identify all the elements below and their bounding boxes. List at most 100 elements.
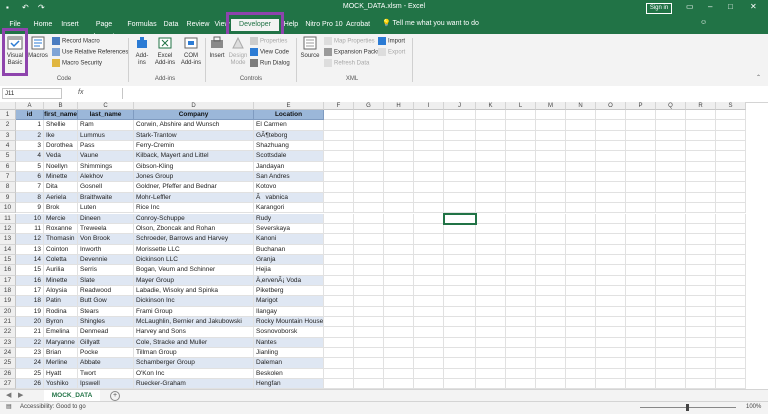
empty-cell[interactable]: [414, 234, 444, 245]
empty-cell[interactable]: [324, 223, 354, 235]
empty-cell[interactable]: [324, 172, 354, 183]
empty-cell[interactable]: [354, 254, 384, 266]
empty-cell[interactable]: [566, 348, 596, 359]
empty-cell[interactable]: [354, 203, 384, 214]
empty-cell[interactable]: [384, 254, 414, 266]
table-cell[interactable]: 13: [16, 244, 44, 255]
empty-cell[interactable]: [444, 130, 476, 142]
share-icon[interactable]: ☺: [700, 19, 707, 26]
empty-cell[interactable]: [354, 358, 384, 369]
table-cell[interactable]: 4: [16, 151, 44, 162]
table-cell[interactable]: Jones Group: [134, 172, 254, 183]
column-header[interactable]: Q: [656, 102, 686, 110]
empty-cell[interactable]: [476, 358, 506, 369]
table-cell[interactable]: Yoshiko: [44, 379, 78, 389]
empty-cell[interactable]: [566, 172, 596, 183]
row-header[interactable]: 6: [0, 161, 16, 173]
empty-cell[interactable]: [476, 120, 506, 131]
empty-cell[interactable]: [536, 337, 566, 349]
macro-security-button[interactable]: Macro Security: [52, 59, 102, 67]
table-cell[interactable]: 24: [16, 358, 44, 369]
empty-cell[interactable]: [384, 327, 414, 338]
empty-cell[interactable]: [536, 275, 566, 286]
tab-acrobat[interactable]: Acrobat: [344, 19, 372, 31]
table-cell[interactable]: Pocke: [78, 348, 134, 359]
sign-in-button[interactable]: Sign in: [646, 3, 672, 14]
table-cell[interactable]: El Carmen: [254, 120, 324, 131]
table-cell[interactable]: Jianling: [254, 348, 324, 359]
empty-cell[interactable]: [596, 203, 626, 214]
empty-cell[interactable]: [506, 151, 536, 162]
empty-cell[interactable]: [536, 182, 566, 193]
empty-cell[interactable]: [716, 151, 746, 162]
empty-cell[interactable]: [476, 192, 506, 204]
empty-cell[interactable]: [506, 265, 536, 276]
empty-cell[interactable]: [596, 172, 626, 183]
empty-cell[interactable]: [656, 192, 686, 204]
empty-cell[interactable]: [414, 213, 444, 224]
empty-cell[interactable]: [506, 379, 536, 389]
column-header[interactable]: F: [324, 102, 354, 110]
empty-cell[interactable]: [476, 317, 506, 328]
tab-help[interactable]: Help: [282, 19, 300, 31]
add-sheet-button[interactable]: +: [110, 391, 120, 401]
table-cell[interactable]: Von Brook: [78, 234, 134, 245]
table-cell[interactable]: Readwood: [78, 285, 134, 297]
empty-cell[interactable]: [596, 306, 626, 317]
table-cell[interactable]: Minette: [44, 275, 78, 286]
table-cell[interactable]: Tillman Group: [134, 348, 254, 359]
column-header[interactable]: M: [536, 102, 566, 110]
table-cell[interactable]: Kilback, Mayert and Littel: [134, 151, 254, 162]
empty-cell[interactable]: [506, 275, 536, 286]
macros-button[interactable]: Macros: [28, 36, 48, 60]
empty-cell[interactable]: [566, 213, 596, 224]
empty-cell[interactable]: [444, 172, 476, 183]
table-cell[interactable]: Shingles: [78, 317, 134, 328]
empty-cell[interactable]: [716, 244, 746, 255]
empty-cell[interactable]: [596, 337, 626, 349]
empty-cell[interactable]: [656, 348, 686, 359]
table-cell[interactable]: 8: [16, 192, 44, 204]
empty-cell[interactable]: [566, 275, 596, 286]
table-cell[interactable]: Alekhov: [78, 172, 134, 183]
table-cell[interactable]: Devennie: [78, 254, 134, 266]
empty-cell[interactable]: [656, 275, 686, 286]
empty-cell[interactable]: [626, 234, 656, 245]
row-header[interactable]: 13: [0, 234, 16, 245]
empty-cell[interactable]: [384, 172, 414, 183]
empty-cell[interactable]: [476, 182, 506, 193]
table-cell[interactable]: Aurilia: [44, 265, 78, 276]
empty-cell[interactable]: [656, 151, 686, 162]
table-cell[interactable]: Karangori: [254, 203, 324, 214]
empty-cell[interactable]: [384, 120, 414, 131]
table-cell[interactable]: 3: [16, 141, 44, 152]
table-cell[interactable]: Noellyn: [44, 161, 78, 173]
empty-cell[interactable]: [354, 130, 384, 142]
row-header[interactable]: 25: [0, 358, 16, 369]
table-cell[interactable]: Mercie: [44, 213, 78, 224]
empty-cell[interactable]: [596, 379, 626, 389]
empty-cell[interactable]: [444, 192, 476, 204]
table-cell[interactable]: Roxanne: [44, 223, 78, 235]
run-dialog-button[interactable]: Run Dialog: [250, 59, 290, 67]
table-cell[interactable]: Ruecker-Graham: [134, 379, 254, 389]
table-cell[interactable]: Shazhuang: [254, 141, 324, 152]
empty-cell[interactable]: [476, 306, 506, 317]
empty-cell[interactable]: [536, 244, 566, 255]
empty-cell[interactable]: [354, 172, 384, 183]
empty-cell[interactable]: [476, 130, 506, 142]
empty-cell[interactable]: [626, 358, 656, 369]
empty-cell[interactable]: [384, 203, 414, 214]
empty-cell[interactable]: [716, 182, 746, 193]
table-cell[interactable]: 25: [16, 368, 44, 380]
empty-cell[interactable]: [596, 110, 626, 121]
empty-cell[interactable]: [566, 337, 596, 349]
column-header[interactable]: I: [414, 102, 444, 110]
empty-cell[interactable]: [414, 223, 444, 235]
empty-cell[interactable]: [566, 203, 596, 214]
empty-cell[interactable]: [716, 110, 746, 121]
table-cell[interactable]: 16: [16, 275, 44, 286]
empty-cell[interactable]: [716, 358, 746, 369]
table-cell[interactable]: 1: [16, 120, 44, 131]
empty-cell[interactable]: [476, 244, 506, 255]
